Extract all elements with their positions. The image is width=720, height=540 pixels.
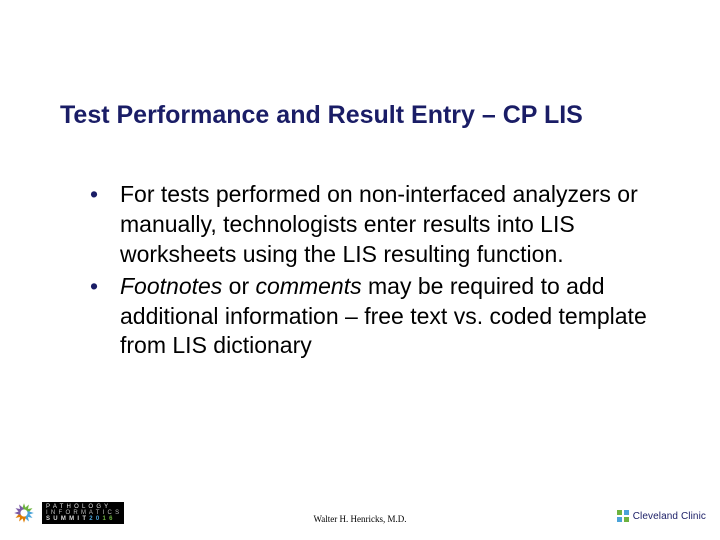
bullet-text: For tests performed on non-interfaced an… bbox=[120, 181, 638, 267]
cleveland-clinic-logo: Cleveland Clinic bbox=[617, 510, 706, 522]
footer-author: Walter H. Henricks, M.D. bbox=[0, 514, 720, 524]
bullet-italic: Footnotes bbox=[120, 273, 222, 299]
slide-body: For tests performed on non-interfaced an… bbox=[90, 180, 660, 363]
bullet-list: For tests performed on non-interfaced an… bbox=[90, 180, 660, 361]
bullet-item: Footnotes or comments may be required to… bbox=[90, 272, 660, 362]
logo-line: P A T H O L O G Y bbox=[46, 504, 120, 510]
slide: Test Performance and Result Entry – CP L… bbox=[0, 0, 720, 540]
cleveland-clinic-icon bbox=[617, 510, 629, 522]
slide-title: Test Performance and Result Entry – CP L… bbox=[60, 100, 680, 131]
bullet-text: or bbox=[222, 273, 255, 299]
footer: P A T H O L O G Y I N F O R M A T I C S … bbox=[0, 498, 720, 528]
bullet-item: For tests performed on non-interfaced an… bbox=[90, 180, 660, 270]
cleveland-clinic-text: Cleveland Clinic bbox=[633, 511, 706, 522]
bullet-italic: comments bbox=[256, 273, 362, 299]
